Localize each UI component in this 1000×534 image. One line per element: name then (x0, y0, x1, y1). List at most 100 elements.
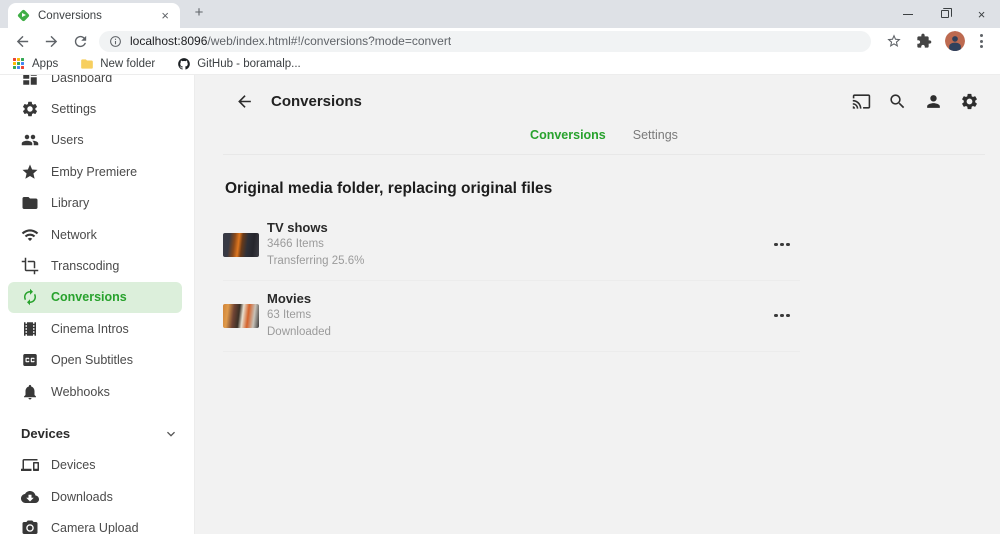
devices-icon (21, 456, 39, 474)
dashboard-icon (21, 75, 39, 87)
section-label: Devices (21, 426, 71, 442)
toolbar-right (879, 31, 992, 51)
folder-icon (80, 57, 94, 71)
conversions-list: TV shows 3466 Items Transferring 25.6% M… (223, 210, 800, 352)
extensions-icon[interactable] (916, 33, 932, 49)
folder-icon (21, 194, 39, 212)
more-horizontal-icon[interactable] (774, 313, 790, 318)
bookmark-label: New folder (100, 58, 156, 70)
sidebar-item-conversions[interactable]: Conversions (8, 281, 182, 314)
bell-icon (21, 383, 39, 401)
sidebar-list: Dashboard Settings Users Emby Premiere L… (0, 75, 194, 534)
emby-app: Dashboard Settings Users Emby Premiere L… (0, 75, 1000, 534)
section-title: Original media folder, replacing origina… (225, 180, 553, 197)
sidebar-item-library[interactable]: Library (0, 188, 194, 219)
browser-tab-strip: Conversions × + × (0, 0, 1000, 28)
sync-icon (21, 288, 39, 306)
sidebar: Dashboard Settings Users Emby Premiere L… (0, 75, 195, 534)
bookmark-star-icon[interactable] (886, 33, 902, 49)
search-icon[interactable] (888, 92, 907, 111)
camera-icon (21, 519, 39, 534)
bookmark-github[interactable]: GitHub - boramalp... (177, 57, 301, 71)
back-button[interactable] (14, 33, 31, 50)
apps-grid-icon (12, 57, 26, 71)
item-status: Downloaded (267, 326, 331, 338)
item-status: Transferring 25.6% (267, 255, 365, 267)
sidebar-item-label: Dashboard (51, 75, 113, 85)
item-title: Movies (267, 291, 312, 306)
tv-shows-thumbnail (223, 232, 259, 257)
main-tabs: Conversions Settings (223, 128, 985, 155)
minimize-button[interactable] (889, 0, 926, 28)
sidebar-item-users[interactable]: Users (0, 125, 194, 156)
sidebar-item-transcoding[interactable]: Transcoding (0, 250, 194, 281)
sidebar-item-downloads[interactable]: Downloads (0, 481, 194, 512)
item-title: TV shows (267, 220, 328, 235)
sidebar-item-dashboard[interactable]: Dashboard (0, 75, 194, 93)
sidebar-item-label: Webhooks (51, 384, 110, 399)
reload-button[interactable] (72, 33, 89, 50)
tab-conversions[interactable]: Conversions (530, 128, 606, 142)
item-count: 63 Items (267, 309, 312, 321)
sidebar-item-label: Camera Upload (51, 521, 139, 534)
forward-button[interactable] (43, 33, 60, 50)
page-info-icon[interactable] (109, 35, 122, 48)
main-topbar: Conversions (195, 75, 1000, 128)
browser-tab[interactable]: Conversions × (8, 3, 180, 28)
browser-toolbar: localhost:8096/web/index.html#!/conversi… (0, 28, 1000, 54)
tab-settings[interactable]: Settings (633, 128, 678, 142)
window-controls: × (889, 0, 1000, 28)
cc-icon (21, 351, 39, 369)
sidebar-item-settings[interactable]: Settings (0, 93, 194, 124)
url-bar[interactable]: localhost:8096/web/index.html#!/conversi… (99, 30, 871, 52)
item-text: Movies 63 Items Downloaded (267, 290, 331, 341)
sidebar-item-label: Network (51, 227, 97, 242)
list-item-tv-shows[interactable]: TV shows 3466 Items Transferring 25.6% (223, 210, 800, 281)
new-tab-button[interactable]: + (190, 5, 208, 23)
browser-menu-icon[interactable] (980, 34, 983, 48)
page-title: Conversions (271, 93, 362, 110)
settings-gear-icon[interactable] (960, 92, 979, 111)
bookmark-label: Apps (32, 58, 59, 70)
wifi-icon (21, 226, 39, 244)
main-content: Conversions Conversions Settings Origina… (195, 75, 1000, 534)
gear-icon (21, 100, 39, 118)
restore-button[interactable] (926, 0, 963, 28)
sidebar-section-devices[interactable]: Devices (0, 418, 194, 449)
sidebar-item-label: Settings (51, 102, 97, 117)
item-count: 3466 Items (267, 238, 324, 250)
url-path: /web/index.html#!/conversions?mode=conve… (207, 34, 452, 48)
bookmark-new-folder[interactable]: New folder (80, 57, 155, 71)
minimize-icon (902, 13, 913, 15)
tab-close-icon[interactable]: × (159, 8, 171, 23)
sidebar-item-webhooks[interactable]: Webhooks (0, 376, 194, 407)
list-item-movies[interactable]: Movies 63 Items Downloaded (223, 281, 800, 352)
film-icon (21, 320, 39, 338)
bookmarks-bar: Apps New folder GitHub - boramalp... (0, 54, 1000, 75)
github-icon (177, 57, 191, 71)
tab-title: Conversions (38, 9, 102, 22)
sidebar-item-label: Emby Premiere (51, 164, 138, 179)
sidebar-item-devices[interactable]: Devices (0, 450, 194, 481)
sidebar-item-network[interactable]: Network (0, 219, 194, 250)
sidebar-item-label: Cinema Intros (51, 321, 129, 336)
sidebar-item-camera-upload[interactable]: Camera Upload (0, 512, 194, 534)
movies-thumbnail (223, 303, 259, 328)
sidebar-item-emby-premiere[interactable]: Emby Premiere (0, 156, 194, 187)
more-horizontal-icon[interactable] (774, 242, 790, 247)
sidebar-item-label: Devices (51, 458, 96, 473)
users-icon (21, 131, 39, 149)
profile-avatar[interactable] (945, 31, 965, 51)
sidebar-item-open-subtitles[interactable]: Open Subtitles (0, 345, 194, 376)
sidebar-item-label: Library (51, 196, 90, 211)
back-arrow-button[interactable] (235, 92, 254, 111)
chevron-down-icon[interactable] (163, 426, 179, 442)
bookmark-apps[interactable]: Apps (12, 57, 58, 71)
sidebar-item-cinema-intros[interactable]: Cinema Intros (0, 313, 194, 344)
item-text: TV shows 3466 Items Transferring 25.6% (267, 219, 364, 270)
sidebar-item-label: Open Subtitles (51, 353, 133, 368)
cast-icon[interactable] (852, 92, 871, 111)
user-icon[interactable] (924, 92, 943, 111)
close-button[interactable]: × (963, 0, 1000, 28)
sidebar-item-label: Transcoding (51, 259, 120, 274)
